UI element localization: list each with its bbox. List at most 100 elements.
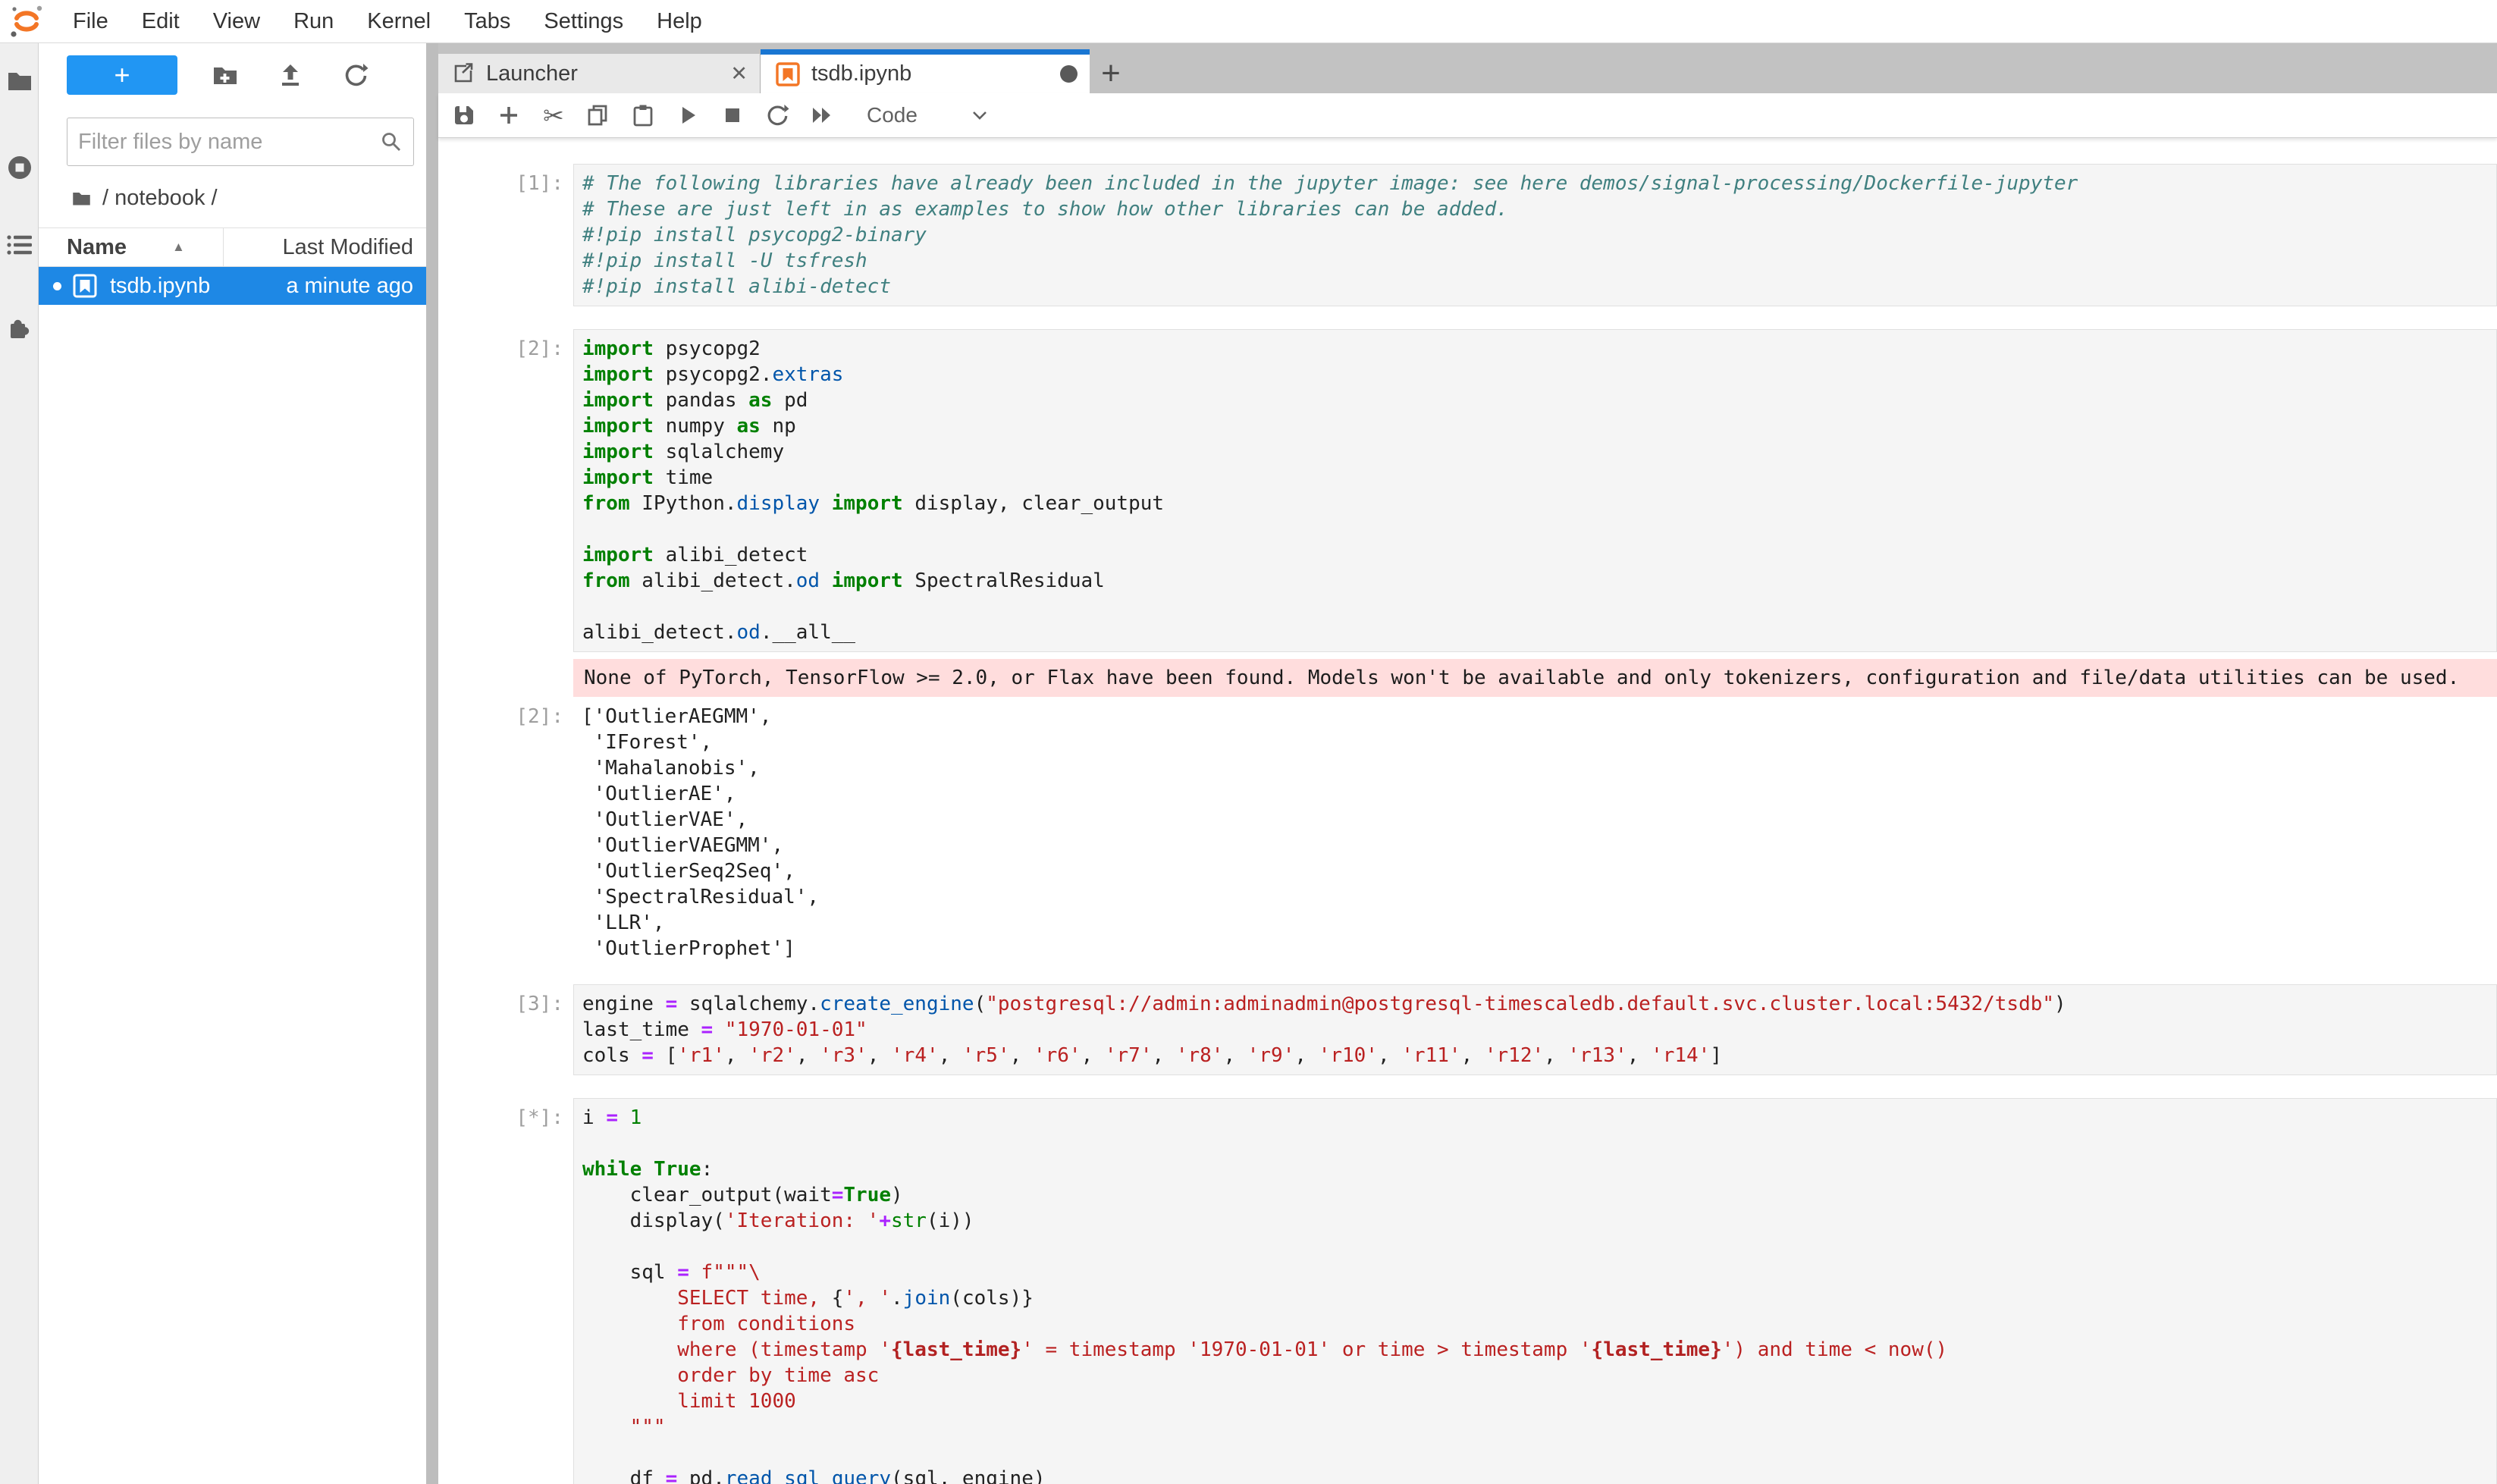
file-filter-box [67, 118, 414, 166]
code-line: # These are just left in as examples to … [582, 196, 2496, 222]
cell-input: [*]:i = 1 while True: clear_output(wait=… [438, 1098, 2497, 1484]
code-line: while True: [582, 1156, 2496, 1182]
code-line: """ [582, 1414, 2496, 1440]
code-line: import time [582, 465, 2496, 491]
code-line: df = pd.read_sql_query(sql, engine) [582, 1466, 2496, 1484]
output-text: ['OutlierAEGMM', 'IForest', 'Mahalanobis… [573, 698, 819, 962]
input-prompt: [2]: [438, 329, 573, 652]
code-line [582, 1131, 2496, 1156]
code-line [582, 594, 2496, 620]
tab-bar: Launcher ✕ tsdb.ipynb + [438, 43, 2497, 93]
notebook-file-icon-orange [776, 62, 800, 86]
run-cell-icon[interactable] [676, 103, 700, 127]
extensions-icon[interactable] [6, 313, 33, 340]
breadcrumb[interactable]: / notebook / [71, 186, 426, 211]
output-result: [2]:['OutlierAEGMM', 'IForest', 'Mahalan… [438, 698, 2497, 962]
code-line [582, 1440, 2496, 1466]
code-line: limit 1000 [582, 1388, 2496, 1414]
tab-notebook-label: tsdb.ipynb [811, 61, 911, 86]
menu-item-file[interactable]: File [56, 9, 125, 34]
code-line: import psycopg2.extras [582, 362, 2496, 387]
code-line: import sqlalchemy [582, 439, 2496, 465]
output-stderr: None of PyTorch, TensorFlow >= 2.0, or F… [573, 659, 2497, 697]
input-prompt: [1]: [438, 164, 573, 306]
code-line: #!pip install -U tsfresh [582, 248, 2496, 274]
notebook-file-icon [73, 274, 97, 298]
cut-cells-icon[interactable]: ✂ [541, 103, 566, 127]
new-launcher-button[interactable]: + [67, 55, 177, 95]
file-row-selected[interactable]: tsdb.ipynb a minute ago [39, 267, 426, 305]
add-cell-icon[interactable] [497, 103, 521, 127]
close-icon[interactable]: ✕ [730, 62, 748, 86]
jupyter-logo [9, 4, 44, 39]
unsaved-bullet [53, 282, 61, 290]
code-line: engine = sqlalchemy.create_engine("postg… [582, 991, 2496, 1017]
new-tab-button[interactable]: + [1090, 54, 1132, 93]
menu-item-help[interactable]: Help [640, 9, 719, 34]
code-line: from conditions [582, 1311, 2496, 1337]
cell: [3]:engine = sqlalchemy.create_engine("p… [438, 984, 2497, 1075]
refresh-icon[interactable] [343, 62, 369, 88]
copy-cells-icon[interactable] [586, 103, 610, 127]
sidebar-splitter[interactable] [426, 43, 438, 1484]
column-last-modified[interactable]: Last Modified [283, 235, 414, 260]
menu-bar: File Edit View Run Kernel Tabs Settings … [0, 0, 2497, 43]
tab-launcher-label: Launcher [486, 61, 578, 86]
folder-icon [71, 188, 92, 209]
menu-item-edit[interactable]: Edit [125, 9, 196, 34]
menu-item-kernel[interactable]: Kernel [350, 9, 447, 34]
tab-launcher[interactable]: Launcher ✕ [438, 54, 761, 93]
code-editor[interactable]: i = 1 while True: clear_output(wait=True… [573, 1098, 2497, 1484]
code-line: from alibi_detect.od import SpectralResi… [582, 568, 2496, 594]
code-line [582, 1234, 2496, 1260]
code-line: import psycopg2 [582, 336, 2496, 362]
paste-cells-icon[interactable] [631, 103, 655, 127]
code-editor[interactable]: # The following libraries have already b… [573, 164, 2497, 306]
restart-run-all-icon[interactable] [810, 103, 834, 127]
sort-ascending-icon[interactable]: ▲ [172, 240, 185, 255]
notebook-scroll-area[interactable]: [1]:# The following libraries have alrea… [438, 138, 2497, 1484]
menu-item-tabs[interactable]: Tabs [447, 9, 527, 34]
column-name[interactable]: Name [67, 235, 127, 260]
code-line: display('Iteration: '+str(i)) [582, 1208, 2496, 1234]
file-name: tsdb.ipynb [110, 274, 210, 299]
save-icon[interactable] [452, 103, 476, 127]
file-browser-icon[interactable] [6, 67, 33, 95]
tab-notebook-active[interactable]: tsdb.ipynb [761, 49, 1090, 93]
input-prompt: [*]: [438, 1098, 573, 1484]
chevron-down-icon[interactable] [971, 108, 989, 123]
menu-item-run[interactable]: Run [277, 9, 350, 34]
code-line: cols = ['r1', 'r2', 'r3', 'r4', 'r5', 'r… [582, 1043, 2496, 1068]
main-dock: Launcher ✕ tsdb.ipynb + [438, 43, 2497, 1484]
upload-icon[interactable] [278, 62, 303, 88]
new-folder-icon[interactable] [212, 62, 238, 88]
cell-input: [2]:import psycopg2import psycopg2.extra… [438, 329, 2497, 652]
menu-item-settings[interactable]: Settings [527, 9, 640, 34]
code-line: #!pip install alibi-detect [582, 274, 2496, 300]
file-browser-toolbar: + [67, 55, 426, 95]
code-line: import alibi_detect [582, 542, 2496, 568]
stop-kernel-icon[interactable] [720, 103, 745, 127]
jupyterlab-app: File Edit View Run Kernel Tabs Settings … [0, 0, 2497, 1484]
table-of-contents-icon[interactable] [6, 231, 33, 259]
file-filter-input[interactable] [78, 130, 380, 155]
code-line: sql = f"""\ [582, 1260, 2496, 1285]
cells: [1]:# The following libraries have alrea… [438, 164, 2497, 1484]
code-editor[interactable]: import psycopg2import psycopg2.extras imp… [573, 329, 2497, 652]
file-modified: a minute ago [286, 274, 413, 299]
restart-kernel-icon[interactable] [765, 103, 789, 127]
cell: [2]:import psycopg2import psycopg2.extra… [438, 329, 2497, 962]
code-editor[interactable]: engine = sqlalchemy.create_engine("postg… [573, 984, 2497, 1075]
cell-type-selector[interactable]: Code [867, 103, 918, 127]
column-divider [223, 228, 224, 266]
breadcrumb-path: / notebook / [102, 186, 218, 211]
cell: [1]:# The following libraries have alrea… [438, 164, 2497, 306]
running-sessions-icon[interactable] [6, 154, 33, 181]
menu-item-view[interactable]: View [196, 9, 277, 34]
code-line: SELECT time, {', '.join(cols)} [582, 1285, 2496, 1311]
code-line: #!pip install psycopg2-binary [582, 222, 2496, 248]
file-browser-panel: + [39, 43, 426, 1484]
file-list-header: Name ▲ Last Modified [39, 227, 426, 267]
cell: [*]:i = 1 while True: clear_output(wait=… [438, 1098, 2497, 1484]
output-prompt: [2]: [438, 698, 573, 962]
